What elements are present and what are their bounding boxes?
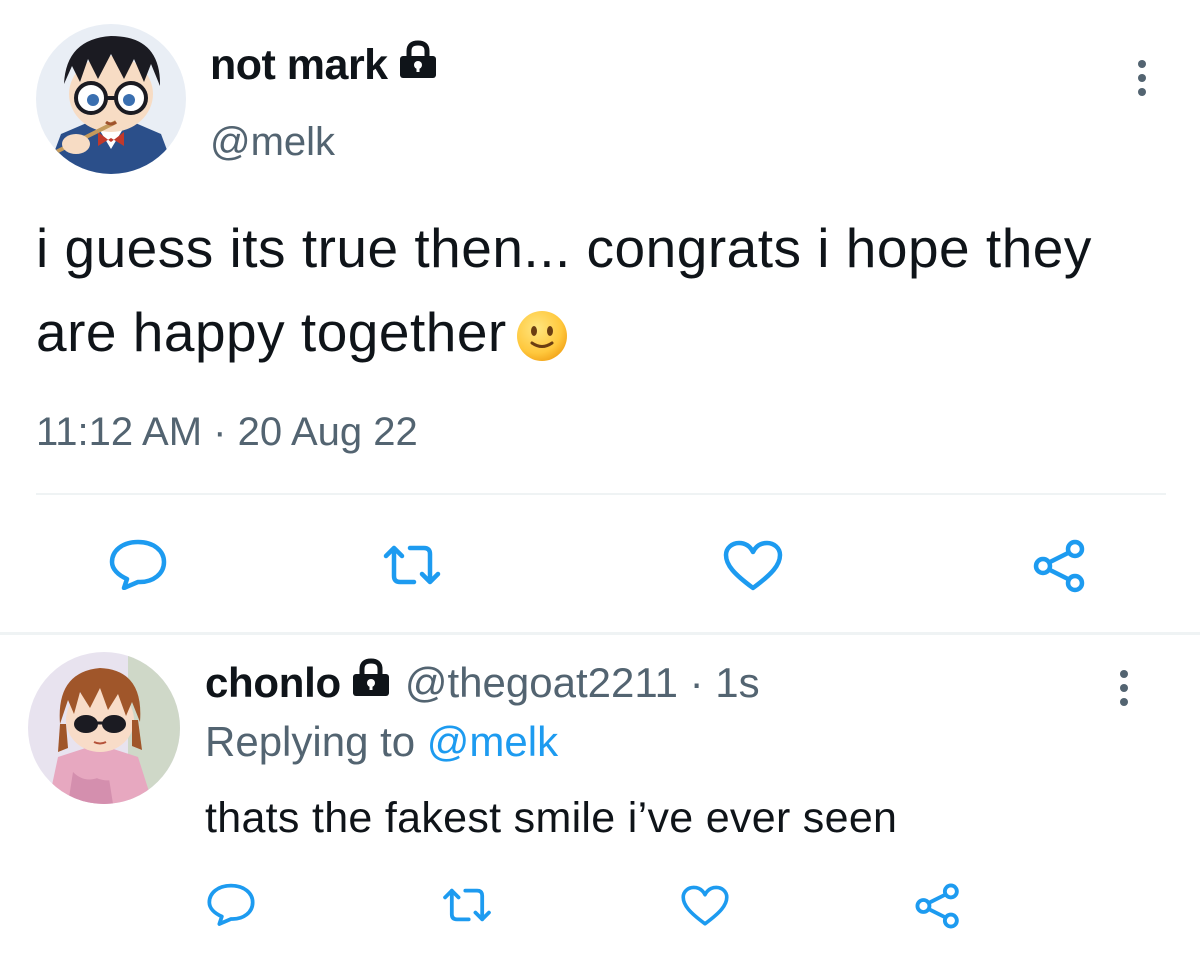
share-icon[interactable] — [914, 882, 962, 935]
display-name-text: not mark — [210, 41, 388, 89]
section-divider — [0, 632, 1200, 635]
handle[interactable]: @thegoat2211 · 1s — [405, 659, 760, 707]
more-options-icon[interactable] — [1132, 58, 1152, 98]
retweet-icon[interactable] — [440, 885, 494, 930]
reply-icon[interactable] — [108, 538, 168, 595]
avatar[interactable] — [28, 652, 180, 804]
display-name[interactable]: not mark — [210, 40, 440, 91]
action-bar — [0, 882, 1200, 932]
replying-to-label: Replying to — [205, 718, 416, 765]
divider — [36, 493, 1166, 495]
like-icon[interactable] — [722, 540, 784, 597]
action-bar — [0, 538, 1200, 598]
reply-header: chonlo @thegoat2211 · 1s — [205, 658, 760, 708]
like-icon[interactable] — [680, 884, 730, 933]
reply-tweet[interactable]: chonlo @thegoat2211 · 1s Replying to @me… — [0, 636, 1200, 954]
slightly-smiling-face-icon — [515, 302, 569, 386]
reply-icon[interactable] — [206, 882, 256, 931]
retweet-icon[interactable] — [380, 542, 444, 593]
lock-icon — [396, 40, 440, 91]
timestamp[interactable]: 11:12 AM · 20 Aug 22 — [36, 410, 418, 455]
avatar[interactable] — [36, 24, 186, 174]
replying-to: Replying to @melk — [205, 718, 558, 766]
main-tweet: not mark @melk i guess its true then... … — [0, 0, 1200, 632]
lock-icon — [349, 658, 393, 708]
display-name[interactable]: chonlo — [205, 659, 341, 707]
reply-text: thats the fakest smile i’ve ever seen — [205, 794, 898, 842]
more-options-icon[interactable] — [1114, 668, 1134, 708]
handle[interactable]: @melk — [210, 120, 335, 165]
tweet-text: i guess its true then... congrats i hope… — [36, 206, 1166, 386]
share-icon[interactable] — [1032, 538, 1088, 599]
mention-link[interactable]: @melk — [427, 718, 558, 765]
